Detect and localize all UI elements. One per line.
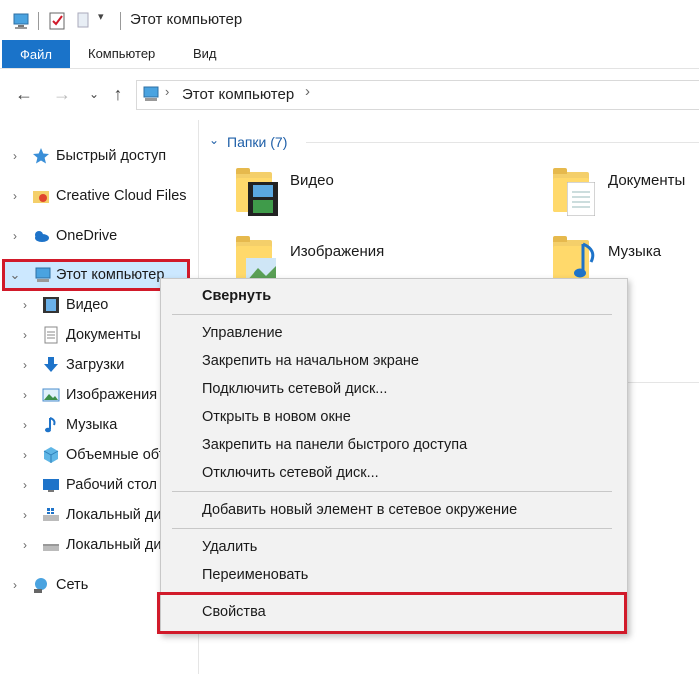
menu-item-pin-to-quick-access[interactable]: Закрепить на панели быстрого доступа <box>202 437 467 453</box>
desktop-icon <box>43 479 59 492</box>
breadcrumb-this-pc[interactable]: Этот компьютер <box>182 86 294 103</box>
music-note-icon <box>574 242 595 278</box>
cube-icon <box>43 447 59 463</box>
film-strip-icon <box>248 182 278 216</box>
chevron-right-icon[interactable]: › <box>8 149 22 163</box>
tab-computer[interactable]: Компьютер <box>88 46 155 61</box>
creative-cloud-icon <box>33 191 49 203</box>
chevron-right-icon[interactable]: › <box>18 538 32 552</box>
pictures-icon <box>42 388 60 402</box>
folder-label[interactable]: Документы <box>608 172 685 189</box>
sidebar-item-label: Creative Cloud Files <box>56 188 187 204</box>
chevron-right-icon[interactable]: › <box>18 328 32 342</box>
tab-file[interactable]: Файл <box>2 40 70 68</box>
up-arrow-icon[interactable]: ↑ <box>104 80 132 108</box>
document-page-icon <box>567 182 595 216</box>
menu-separator <box>172 491 612 492</box>
separator <box>38 12 39 30</box>
sidebar-item-onedrive[interactable]: › OneDrive <box>0 223 198 249</box>
network-icon <box>34 578 47 593</box>
divider <box>626 382 699 383</box>
windows-drive-icon <box>43 508 59 521</box>
documents-icon <box>44 326 58 344</box>
download-icon <box>44 357 58 372</box>
sidebar-item-label: Загрузки <box>66 357 125 373</box>
tab-view[interactable]: Вид <box>193 46 217 61</box>
menu-item-open-new-window[interactable]: Открыть в новом окне <box>202 409 351 425</box>
folder-label[interactable]: Изображения <box>290 243 384 260</box>
properties-icon[interactable] <box>48 11 66 31</box>
menu-item-add-network-location[interactable]: Добавить новый элемент в сетевое окружен… <box>202 502 517 518</box>
chevron-right-icon[interactable]: › <box>18 298 32 312</box>
computer-icon <box>35 267 51 282</box>
chevron-right-icon[interactable]: › <box>18 478 32 492</box>
sidebar-item-creative-cloud[interactable]: › Creative Cloud Files <box>0 183 198 209</box>
cloud-icon <box>35 231 49 242</box>
group-header-folders[interactable]: Папки (7) <box>227 134 287 150</box>
computer-icon <box>13 13 29 29</box>
music-icon <box>45 417 56 433</box>
menu-separator <box>172 314 612 315</box>
sidebar-item-label: Документы <box>66 327 141 343</box>
chevron-right-icon[interactable]: › <box>18 388 32 402</box>
menu-item-manage[interactable]: Управление <box>202 325 283 341</box>
sidebar-item-quick-access[interactable]: › Быстрый доступ <box>0 143 198 169</box>
video-folder-icon[interactable] <box>236 168 278 216</box>
menu-separator <box>172 528 612 529</box>
chevron-down-icon[interactable]: ⌄ <box>8 267 22 283</box>
star-icon <box>33 148 49 164</box>
group-divider <box>306 142 699 143</box>
menu-item-delete[interactable]: Удалить <box>202 539 257 555</box>
documents-folder-icon[interactable] <box>553 168 595 216</box>
computer-icon <box>143 86 159 101</box>
chevron-right-icon[interactable]: › <box>18 358 32 372</box>
chevron-right-icon[interactable]: › <box>18 418 32 432</box>
breadcrumb-chevron-icon[interactable]: › <box>305 83 310 100</box>
music-folder-icon[interactable] <box>553 236 595 280</box>
back-arrow-icon[interactable]: ← <box>10 80 38 108</box>
forward-arrow-icon[interactable]: → <box>48 80 76 108</box>
chevron-right-icon[interactable]: › <box>8 189 22 203</box>
sidebar-item-label: Локальный диск <box>66 507 176 523</box>
sidebar-item-label: Этот компьютер <box>56 267 165 283</box>
menu-item-collapse[interactable]: Свернуть <box>202 288 271 304</box>
new-folder-icon[interactable] <box>76 11 90 29</box>
drive-icon <box>43 544 59 551</box>
sidebar-item-label: Видео <box>66 297 109 313</box>
chevron-right-icon[interactable]: › <box>8 578 22 592</box>
menu-item-map-network-drive[interactable]: Подключить сетевой диск... <box>202 381 387 397</box>
window-title: Этот компьютер <box>130 11 243 28</box>
sidebar-item-label: Сеть <box>56 577 89 593</box>
title-bar: ▾ Этот компьютер <box>0 0 699 40</box>
sidebar-item-label: Рабочий стол <box>66 477 158 493</box>
chevron-right-icon[interactable]: › <box>8 229 22 243</box>
sidebar-item-label: Музыка <box>66 417 118 433</box>
quick-access-dropdown-icon[interactable]: ▾ <box>98 10 104 23</box>
pictures-folder-icon[interactable] <box>236 236 276 282</box>
sidebar-item-label: Быстрый доступ <box>56 148 167 164</box>
chevron-right-icon[interactable]: › <box>18 448 32 462</box>
sidebar-item-label: OneDrive <box>56 228 118 244</box>
folder-label[interactable]: Видео <box>290 172 334 189</box>
menu-item-pin-to-start[interactable]: Закрепить на начальном экране <box>202 353 419 369</box>
menu-item-disconnect-network-drive[interactable]: Отключить сетевой диск... <box>202 465 379 481</box>
sidebar-item-label: Локальный диск <box>66 537 176 553</box>
menu-item-rename[interactable]: Переименовать <box>202 567 308 583</box>
breadcrumb-chevron-icon[interactable]: › <box>165 84 169 99</box>
collapse-chevron-icon[interactable]: ⌄ <box>209 133 219 147</box>
video-icon <box>43 297 59 313</box>
sidebar-item-label: Изображения <box>66 387 158 403</box>
chevron-right-icon[interactable]: › <box>18 508 32 522</box>
highlight-properties <box>157 592 627 634</box>
folder-label[interactable]: Музыка <box>608 243 661 260</box>
separator <box>120 12 121 30</box>
